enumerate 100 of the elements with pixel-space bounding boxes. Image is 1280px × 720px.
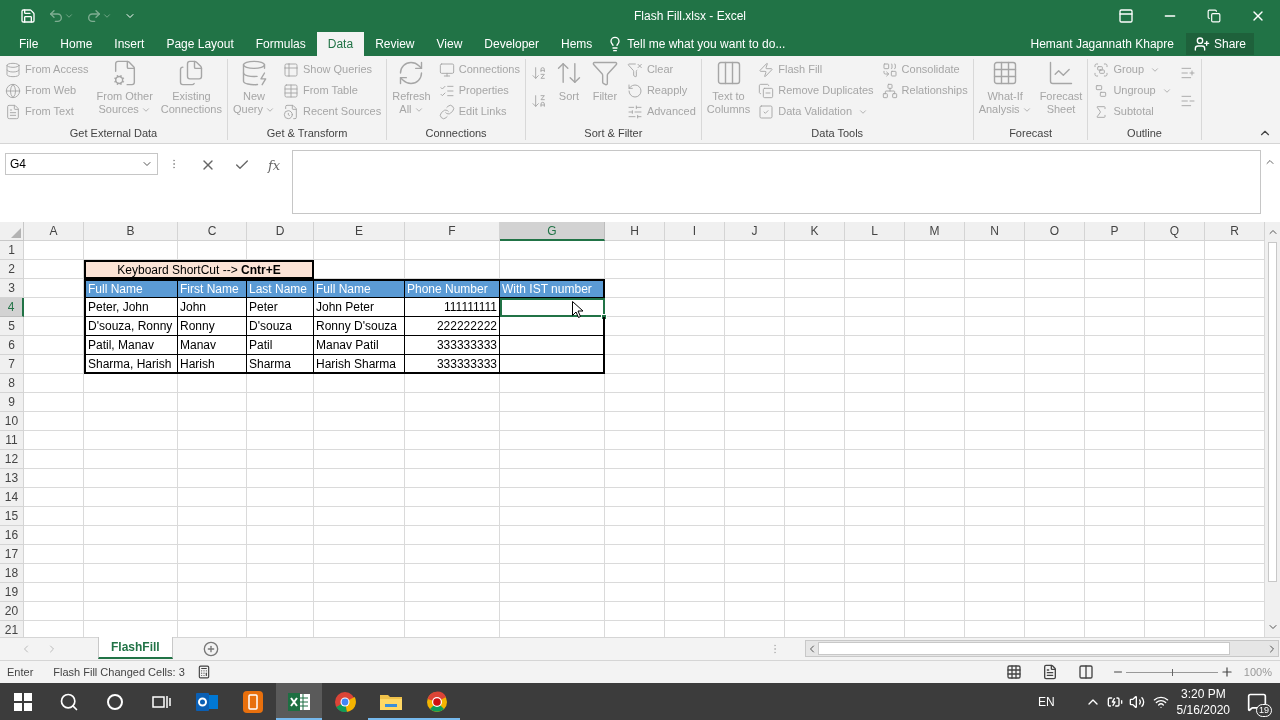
table-cell[interactable]: Sharma, Harish <box>84 355 178 374</box>
grid-cell[interactable] <box>785 469 845 488</box>
grid-cell[interactable] <box>247 564 314 583</box>
ribbon-tab[interactable]: Page Layout <box>155 32 245 56</box>
grid-cell[interactable] <box>178 488 247 507</box>
add-sheet-icon[interactable] <box>202 641 219 657</box>
grid-cell[interactable] <box>1145 583 1205 602</box>
grid-cell[interactable] <box>665 317 725 336</box>
table-cell[interactable]: Peter, John <box>84 298 178 317</box>
grid-cell[interactable] <box>1145 241 1205 260</box>
grid-cell[interactable] <box>1025 450 1085 469</box>
grid-cell[interactable] <box>1145 317 1205 336</box>
grid-cell[interactable] <box>1025 336 1085 355</box>
table-cell[interactable]: Harish <box>178 355 247 374</box>
grid-cell[interactable] <box>965 412 1025 431</box>
ribbon-tab[interactable]: Insert <box>103 32 156 56</box>
row-header[interactable]: 12 <box>0 450 24 469</box>
row-header[interactable]: 10 <box>0 412 24 431</box>
grid-cell[interactable] <box>905 507 965 526</box>
grid-cell[interactable] <box>24 602 84 621</box>
grid-cell[interactable] <box>605 602 665 621</box>
grid-cell[interactable] <box>905 317 965 336</box>
circle-icon[interactable] <box>106 692 124 711</box>
grid-cell[interactable] <box>84 412 178 431</box>
grid-cell[interactable] <box>785 507 845 526</box>
grid-cell[interactable] <box>965 507 1025 526</box>
grid-cell[interactable] <box>1025 393 1085 412</box>
phone-app-icon[interactable] <box>242 689 264 714</box>
grid-cell[interactable] <box>84 469 178 488</box>
grid-cell[interactable] <box>84 488 178 507</box>
grid-cell[interactable] <box>965 526 1025 545</box>
row-header[interactable]: 7 <box>0 355 24 374</box>
grid-cell[interactable] <box>1145 469 1205 488</box>
grid-cell[interactable] <box>785 298 845 317</box>
grid-cell[interactable] <box>1085 260 1145 279</box>
grid-cell[interactable] <box>845 336 905 355</box>
ribbon-tab[interactable]: Review <box>364 32 426 56</box>
grid-cell[interactable] <box>605 412 665 431</box>
grid-cell[interactable] <box>314 374 405 393</box>
grid-cell[interactable] <box>178 450 247 469</box>
grid-cell[interactable] <box>500 507 605 526</box>
grid-cell[interactable] <box>24 393 84 412</box>
grid-cell[interactable] <box>845 488 905 507</box>
grid-cell[interactable] <box>725 260 785 279</box>
grid-cell[interactable] <box>665 469 725 488</box>
grid-cell[interactable] <box>665 298 725 317</box>
grid-cell[interactable] <box>665 507 725 526</box>
grid-cell[interactable] <box>1085 564 1145 583</box>
column-header[interactable]: H <box>605 222 665 241</box>
grid-cell[interactable] <box>1085 336 1145 355</box>
column-header[interactable]: I <box>665 222 725 241</box>
grid-cell[interactable] <box>314 412 405 431</box>
column-header[interactable]: R <box>1205 222 1265 241</box>
grid-cell[interactable] <box>1085 545 1145 564</box>
grid-cell[interactable] <box>405 241 500 260</box>
table-cell[interactable] <box>500 317 605 336</box>
grid-cell[interactable] <box>247 545 314 564</box>
grid-cell[interactable] <box>665 260 725 279</box>
grid-cell[interactable] <box>178 393 247 412</box>
grid-cell[interactable] <box>725 488 785 507</box>
grid-cell[interactable] <box>247 602 314 621</box>
grid-cell[interactable] <box>405 564 500 583</box>
grid-cell[interactable] <box>24 431 84 450</box>
grid-cell[interactable] <box>1085 431 1145 450</box>
grid-cell[interactable] <box>905 279 965 298</box>
grid-cell[interactable] <box>247 469 314 488</box>
grid-cell[interactable] <box>785 336 845 355</box>
grid-cell[interactable] <box>1085 393 1145 412</box>
column-header[interactable]: B <box>84 222 178 241</box>
grid-cell[interactable] <box>500 526 605 545</box>
grid-cell[interactable] <box>845 374 905 393</box>
grid-cell[interactable] <box>845 526 905 545</box>
row-header[interactable]: 8 <box>0 374 24 393</box>
grid-cell[interactable] <box>247 450 314 469</box>
row-header[interactable]: 16 <box>0 526 24 545</box>
grid-cell[interactable] <box>845 431 905 450</box>
grid-cell[interactable] <box>665 583 725 602</box>
select-all-corner[interactable] <box>0 222 24 241</box>
grid-cell[interactable] <box>845 507 905 526</box>
grid-cell[interactable] <box>405 412 500 431</box>
grid-cell[interactable] <box>247 526 314 545</box>
grid-cell[interactable] <box>965 469 1025 488</box>
grid-cell[interactable] <box>1085 374 1145 393</box>
grid-cell[interactable] <box>1025 279 1085 298</box>
row-header[interactable]: 17 <box>0 545 24 564</box>
grid-cell[interactable] <box>905 336 965 355</box>
grid-cell[interactable] <box>314 583 405 602</box>
grid-cell[interactable] <box>845 260 905 279</box>
grid-cell[interactable] <box>405 469 500 488</box>
grid-cell[interactable] <box>500 545 605 564</box>
grid-cell[interactable] <box>1145 279 1205 298</box>
browser-icon[interactable] <box>334 690 356 713</box>
grid-cell[interactable] <box>665 431 725 450</box>
grid-cell[interactable] <box>905 583 965 602</box>
table-cell[interactable] <box>500 355 605 374</box>
active-cell[interactable] <box>500 298 605 317</box>
undo-icon[interactable] <box>48 8 74 24</box>
grid-cell[interactable] <box>24 336 84 355</box>
grid-cell[interactable] <box>905 393 965 412</box>
grid-cell[interactable] <box>605 564 665 583</box>
